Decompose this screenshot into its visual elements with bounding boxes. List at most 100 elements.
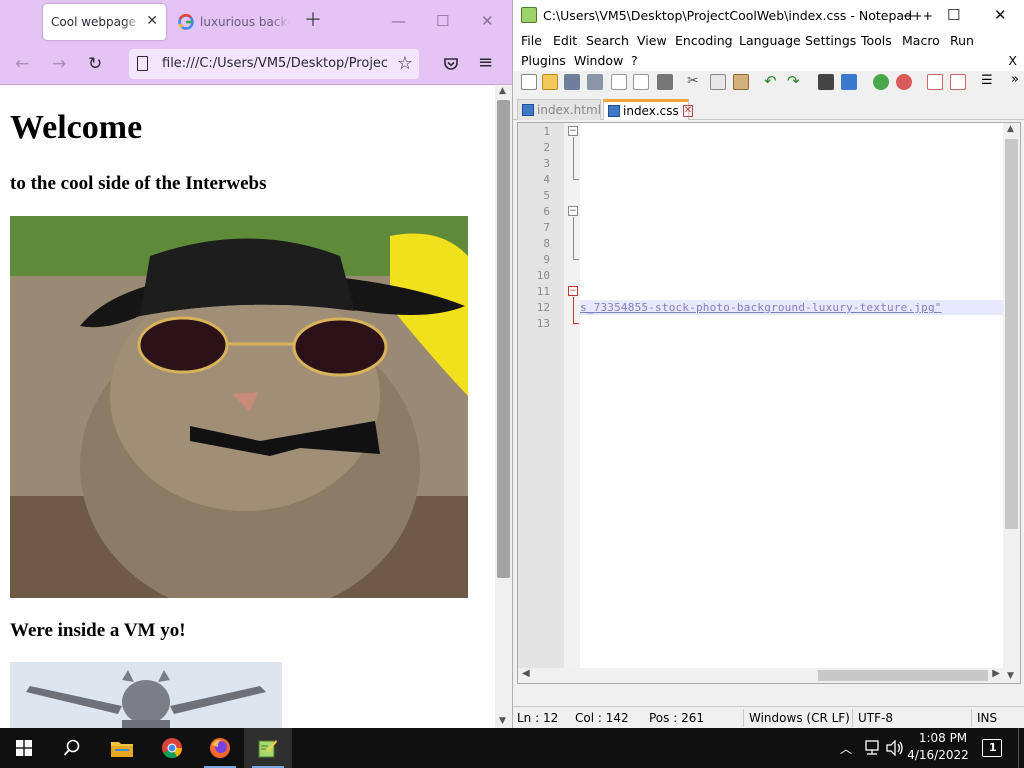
- editor-horizontal-scrollbar[interactable]: ◀ ▶: [518, 668, 1004, 683]
- close-tab-icon[interactable]: ✕: [682, 105, 694, 117]
- close-document-x[interactable]: X: [1008, 53, 1017, 68]
- bookmark-star-icon[interactable]: ☆: [397, 53, 413, 74]
- toolbar-overflow-chevron-icon[interactable]: »: [1011, 72, 1019, 87]
- back-arrow-icon[interactable]: ←: [15, 54, 29, 74]
- print-icon[interactable]: [657, 74, 673, 90]
- status-eol[interactable]: Windows (CR LF): [749, 711, 850, 725]
- menu-settings[interactable]: Settings: [805, 33, 856, 48]
- notepad-plus-plus-window: C:\Users\VM5\Desktop\ProjectCoolWeb\inde…: [512, 0, 1024, 728]
- new-tab-plus-icon[interactable]: ＋: [304, 11, 322, 31]
- scrollbar-thumb[interactable]: [818, 670, 988, 681]
- cut-icon[interactable]: ✂: [687, 74, 703, 90]
- status-insert-mode[interactable]: INS: [977, 711, 997, 725]
- close-all-icon[interactable]: [633, 74, 649, 90]
- scroll-down-arrow-icon[interactable]: ▼: [1007, 671, 1014, 681]
- new-file-icon[interactable]: [521, 74, 537, 90]
- fold-toggle-icon[interactable]: −: [568, 126, 578, 136]
- menu-tools[interactable]: Tools: [861, 33, 892, 48]
- scroll-up-arrow-icon[interactable]: ▲: [499, 86, 506, 96]
- status-encoding[interactable]: UTF-8: [858, 711, 893, 725]
- cool-cat-photo: [10, 216, 468, 598]
- save-icon[interactable]: [564, 74, 580, 90]
- find-icon[interactable]: [818, 74, 834, 90]
- forward-arrow-icon[interactable]: →: [52, 54, 66, 74]
- npp-tab-index-css[interactable]: index.css ✕: [603, 99, 694, 120]
- editor-vertical-scrollbar[interactable]: ▲ ▼: [1003, 123, 1020, 683]
- sync-vertical-icon[interactable]: [927, 74, 943, 90]
- close-tab-icon[interactable]: ✕: [146, 13, 158, 29]
- code-url-text[interactable]: s_73354855-stock-photo-background-luxury…: [580, 301, 942, 314]
- url-bar[interactable]: file:///C:/Users/VM5/Desktop/ProjectCool…: [129, 49, 419, 79]
- menu-encoding[interactable]: Encoding: [675, 33, 733, 48]
- scrollbar-thumb[interactable]: [497, 100, 510, 578]
- start-button[interactable]: [0, 728, 48, 768]
- redo-icon[interactable]: ↷: [787, 74, 803, 90]
- replace-icon[interactable]: [841, 74, 857, 90]
- menu-language[interactable]: Language: [739, 33, 801, 48]
- taskbar-notepad-plus-plus[interactable]: [244, 728, 292, 768]
- show-hidden-icons-chevron-icon[interactable]: ︿: [840, 740, 852, 757]
- menu-macro[interactable]: Macro: [902, 33, 940, 48]
- notification-center-icon[interactable]: 1: [982, 739, 1002, 757]
- firefox-window: Cool webpage in ✕ luxurious backg ＋ — ☐ …: [0, 0, 512, 728]
- close-window-icon[interactable]: ✕: [994, 6, 1007, 24]
- hamburger-menu-icon[interactable]: ≡: [478, 53, 493, 73]
- menu-search[interactable]: Search: [586, 33, 629, 48]
- close-window-icon[interactable]: ✕: [481, 12, 494, 30]
- paste-icon[interactable]: [733, 74, 749, 90]
- taskbar-firefox[interactable]: [196, 728, 244, 768]
- line-number: 2: [543, 141, 550, 154]
- code-line-12[interactable]: s_73354855-stock-photo-background-luxury…: [580, 300, 1004, 315]
- pocket-icon[interactable]: [443, 56, 459, 72]
- maximize-icon[interactable]: ☐: [947, 6, 960, 24]
- network-icon[interactable]: [863, 740, 881, 756]
- npp-tab-index-html[interactable]: index.html ✕: [517, 99, 616, 120]
- scroll-left-arrow-icon[interactable]: ◀: [522, 668, 530, 679]
- search-button[interactable]: [48, 728, 96, 768]
- fold-line: [573, 137, 574, 179]
- menu-help[interactable]: ?: [631, 53, 638, 68]
- clock-date[interactable]: 4/16/2022: [906, 748, 970, 762]
- word-wrap-icon[interactable]: ☰: [981, 74, 997, 90]
- sync-horizontal-icon[interactable]: [950, 74, 966, 90]
- menu-edit[interactable]: Edit: [553, 33, 577, 48]
- taskbar-chrome[interactable]: [148, 728, 196, 768]
- reload-icon[interactable]: ↻: [88, 54, 102, 74]
- menu-file[interactable]: File: [521, 33, 542, 48]
- menu-view[interactable]: View: [637, 33, 667, 48]
- url-text[interactable]: file:///C:/Users/VM5/Desktop/ProjectCool…: [162, 56, 387, 71]
- firefox-tab-luxurious-background[interactable]: luxurious backg: [170, 4, 305, 40]
- line-number: 6: [543, 205, 550, 218]
- line-number: 9: [543, 253, 550, 266]
- scroll-down-arrow-icon[interactable]: ▼: [499, 716, 506, 726]
- fold-toggle-icon[interactable]: −: [568, 206, 578, 216]
- taskbar-file-explorer[interactable]: [98, 728, 146, 768]
- save-all-icon[interactable]: [587, 74, 603, 90]
- firefox-vertical-scrollbar[interactable]: ▲ ▼: [495, 86, 512, 728]
- scrollbar-thumb[interactable]: [1005, 139, 1018, 529]
- firefox-tab-cool-webpage[interactable]: Cool webpage in ✕: [43, 4, 166, 40]
- maximize-icon[interactable]: ☐: [436, 12, 449, 30]
- close-file-icon[interactable]: [611, 74, 627, 90]
- show-desktop-button[interactable]: [1018, 728, 1024, 768]
- npp-window-title: C:\Users\VM5\Desktop\ProjectCoolWeb\inde…: [543, 8, 933, 23]
- menu-plugins[interactable]: Plugins: [521, 53, 566, 68]
- menu-window[interactable]: Window: [574, 53, 623, 68]
- zoom-out-icon[interactable]: [896, 74, 912, 90]
- minimize-icon[interactable]: —: [903, 6, 918, 24]
- copy-icon[interactable]: [710, 74, 726, 90]
- fold-toggle-icon[interactable]: −: [568, 286, 578, 296]
- undo-icon[interactable]: ↶: [764, 74, 780, 90]
- minimize-icon[interactable]: —: [391, 12, 406, 30]
- open-file-icon[interactable]: [542, 74, 558, 90]
- menu-run[interactable]: Run: [950, 33, 974, 48]
- tab-title: luxurious backg: [200, 15, 290, 29]
- npp-document-tabs: index.html ✕ index.css ✕: [513, 96, 1024, 120]
- page-heading-vm: Were inside a VM yo!: [10, 620, 186, 641]
- zoom-in-icon[interactable]: [873, 74, 889, 90]
- scroll-right-arrow-icon[interactable]: ▶: [992, 668, 1000, 679]
- volume-icon[interactable]: [886, 740, 904, 756]
- code-editor[interactable]: 1 2 3 4 5 6 7 8 9 10 11 12 13 − − − s_73…: [517, 122, 1021, 684]
- scroll-up-arrow-icon[interactable]: ▲: [1007, 124, 1014, 134]
- clock-time[interactable]: 1:08 PM: [916, 731, 970, 745]
